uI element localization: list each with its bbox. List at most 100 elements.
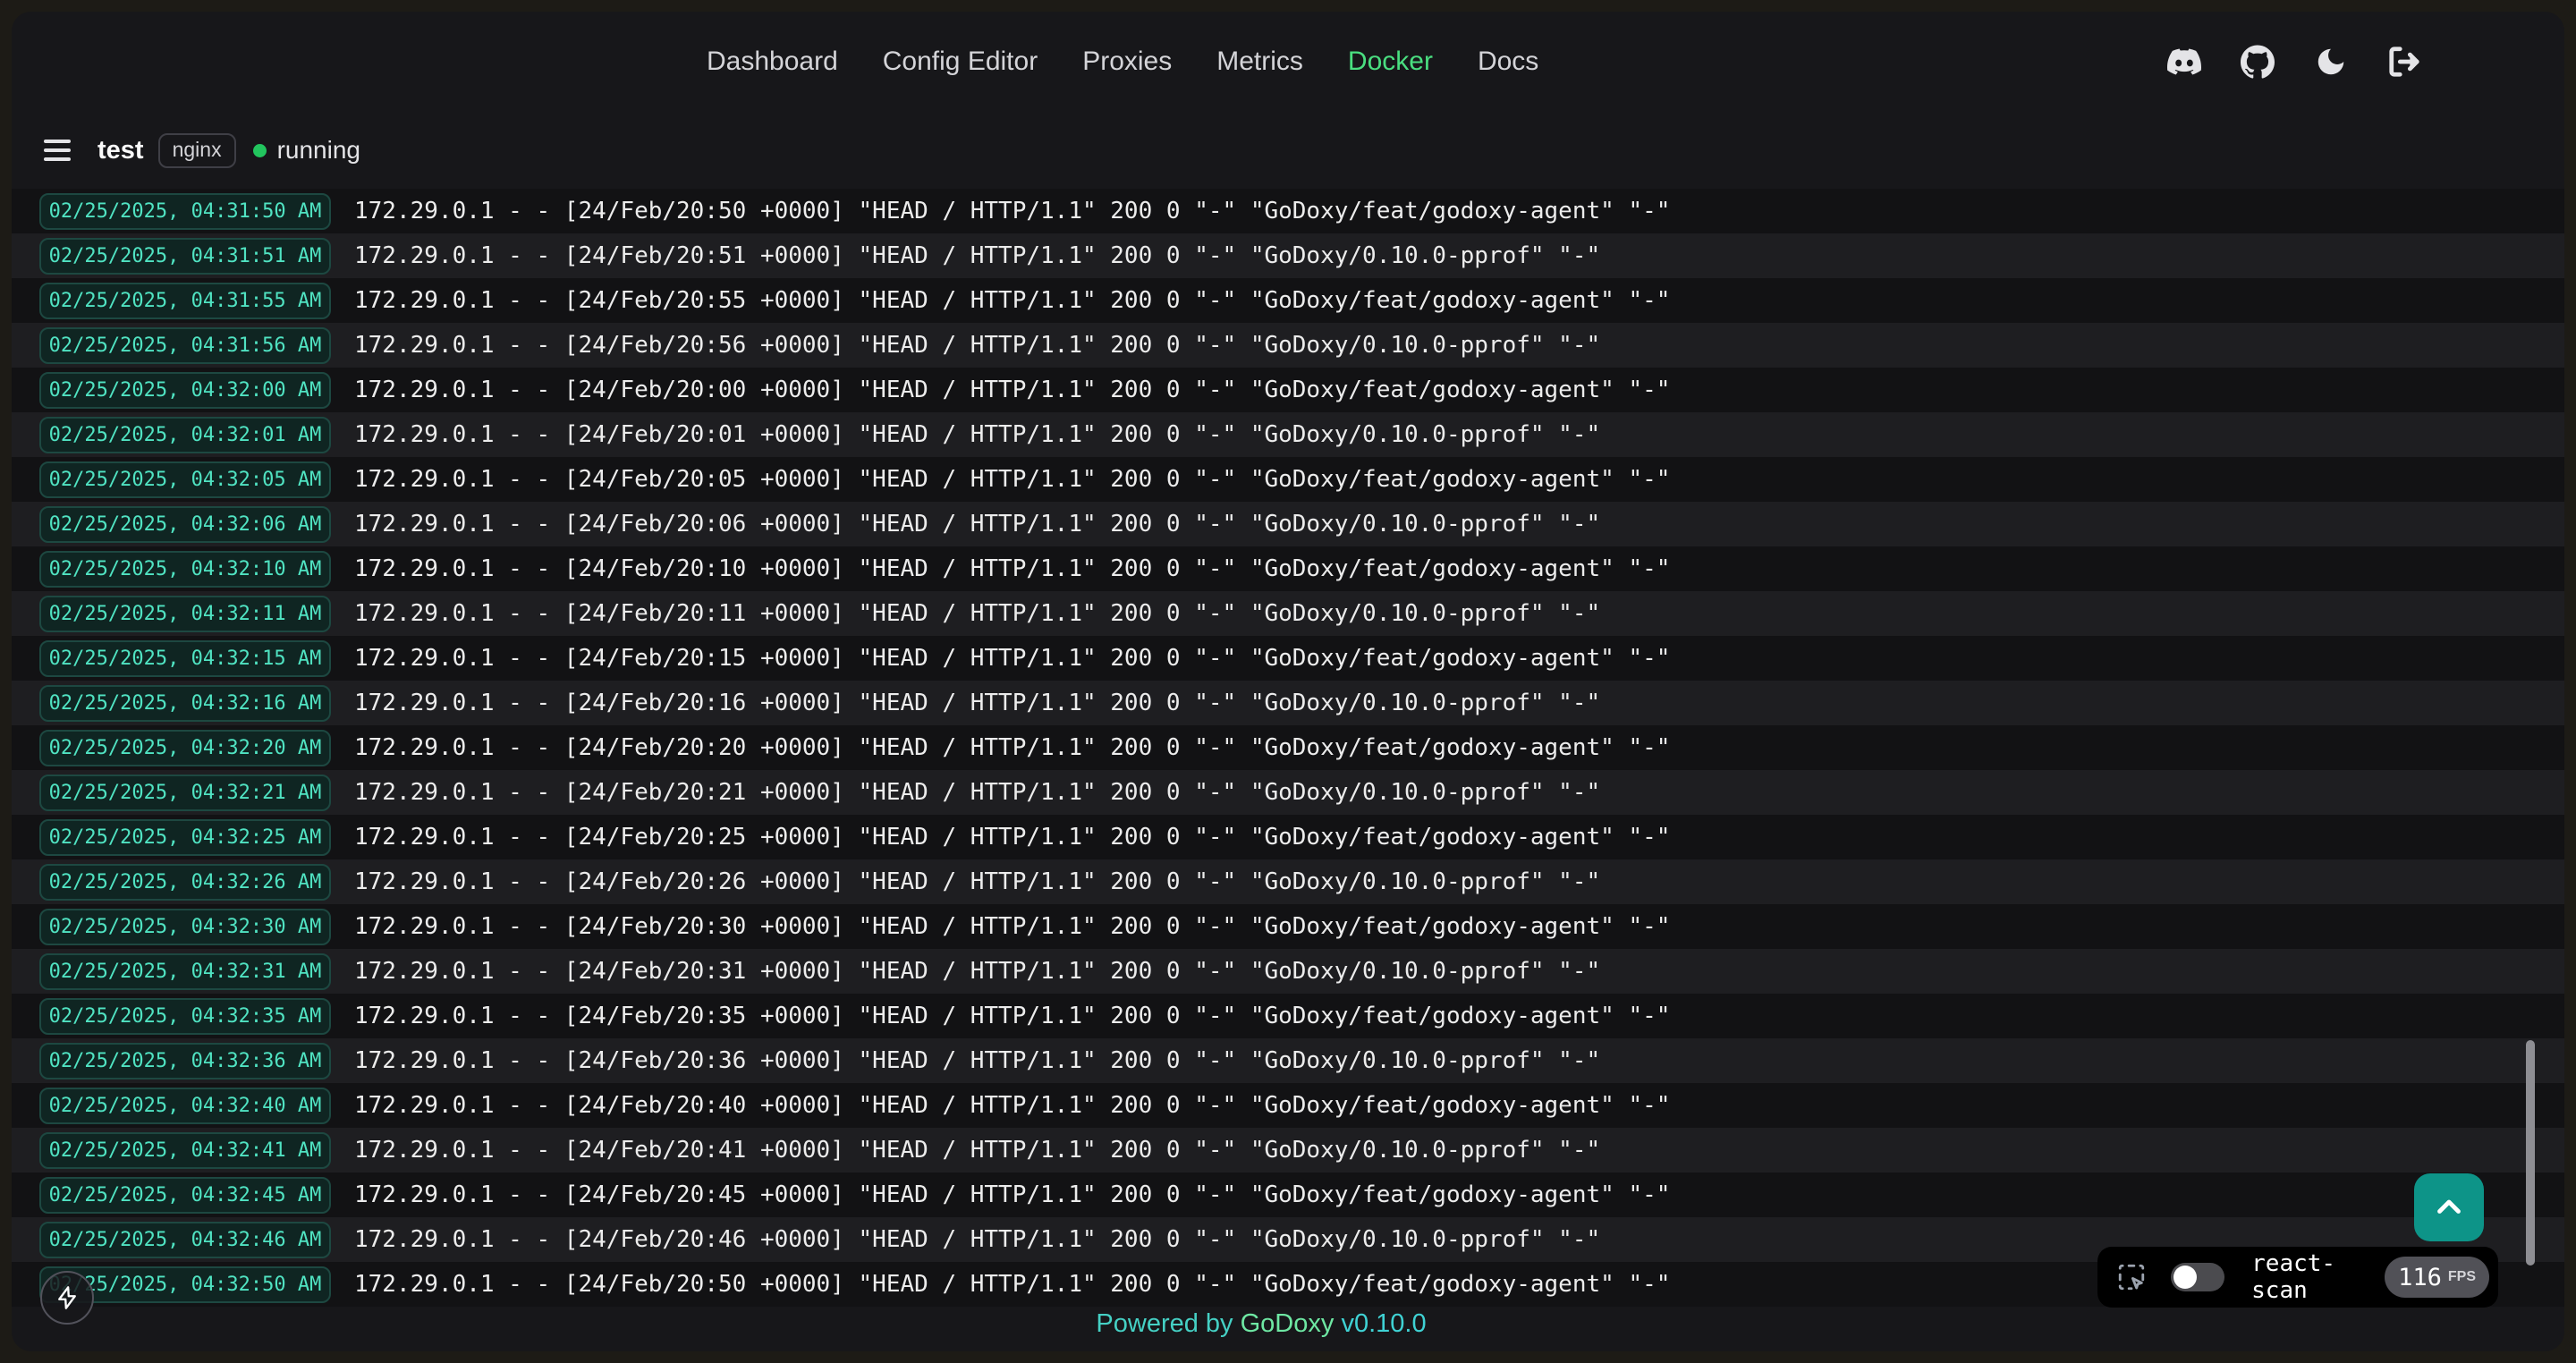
discord-icon bbox=[2167, 45, 2201, 79]
react-scan-toolbar: react-scan 116 FPS bbox=[2097, 1247, 2498, 1308]
footer-powered-by: Powered by bbox=[1096, 1309, 1233, 1338]
log-timestamp-badge: 02/25/2025, 04:32:40 AM bbox=[39, 1088, 331, 1124]
log-timestamp-badge: 02/25/2025, 04:32:10 AM bbox=[39, 551, 331, 588]
discord-link[interactable] bbox=[2166, 44, 2202, 80]
log-timestamp-badge: 02/25/2025, 04:32:45 AM bbox=[39, 1177, 331, 1214]
log-timestamp-badge: 02/25/2025, 04:32:20 AM bbox=[39, 730, 331, 766]
scrollbar-thumb[interactable] bbox=[2526, 1040, 2535, 1266]
quick-actions-button[interactable] bbox=[40, 1271, 94, 1325]
fps-unit: FPS bbox=[2448, 1269, 2476, 1285]
log-row: 02/25/2025, 04:32:06 AM 172.29.0.1 - - [… bbox=[12, 502, 2564, 546]
nav-item-metrics[interactable]: Metrics bbox=[1216, 47, 1303, 77]
log-timestamp-badge: 02/25/2025, 04:32:06 AM bbox=[39, 506, 331, 543]
log-timestamp-badge: 02/25/2025, 04:31:50 AM bbox=[39, 193, 331, 230]
log-message: 172.29.0.1 - - [24/Feb/20:46 +0000] "HEA… bbox=[354, 1226, 1600, 1253]
log-timestamp-badge: 02/25/2025, 04:32:25 AM bbox=[39, 819, 331, 856]
log-message: 172.29.0.1 - - [24/Feb/20:15 +0000] "HEA… bbox=[354, 645, 1670, 672]
nav-item-proxies[interactable]: Proxies bbox=[1082, 47, 1172, 77]
container-image-badge: nginx bbox=[158, 133, 236, 168]
log-message: 172.29.0.1 - - [24/Feb/20:06 +0000] "HEA… bbox=[354, 511, 1600, 538]
log-message: 172.29.0.1 - - [24/Feb/20:00 +0000] "HEA… bbox=[354, 377, 1670, 403]
log-row: 02/25/2025, 04:32:45 AM 172.29.0.1 - - [… bbox=[12, 1173, 2564, 1217]
footer-brand-link[interactable]: GoDoxy bbox=[1241, 1309, 1335, 1338]
logout-icon bbox=[2387, 45, 2421, 79]
log-row: 02/25/2025, 04:32:11 AM 172.29.0.1 - - [… bbox=[12, 591, 2564, 636]
log-message: 172.29.0.1 - - [24/Feb/20:25 +0000] "HEA… bbox=[354, 824, 1670, 851]
header-icon-group bbox=[2166, 12, 2422, 112]
scroll-to-top-button[interactable] bbox=[2414, 1173, 2484, 1241]
log-message: 172.29.0.1 - - [24/Feb/20:55 +0000] "HEA… bbox=[354, 287, 1670, 314]
container-menu-button[interactable] bbox=[44, 140, 71, 161]
react-scan-label: react-scan bbox=[2251, 1250, 2385, 1304]
fps-counter: 116 FPS bbox=[2385, 1257, 2489, 1298]
log-timestamp-badge: 02/25/2025, 04:32:41 AM bbox=[39, 1132, 331, 1169]
header: Dashboard Config Editor Proxies Metrics Dock… bbox=[12, 12, 2564, 112]
nav-item-dashboard[interactable]: Dashboard bbox=[707, 47, 838, 77]
log-message: 172.29.0.1 - - [24/Feb/20:50 +0000] "HEA… bbox=[354, 198, 1670, 224]
container-toolbar: test nginx running bbox=[12, 112, 2564, 189]
log-row: 02/25/2025, 04:32:21 AM 172.29.0.1 - - [… bbox=[12, 770, 2564, 815]
fps-value: 116 bbox=[2398, 1264, 2442, 1291]
log-row: 02/25/2025, 04:32:05 AM 172.29.0.1 - - [… bbox=[12, 457, 2564, 502]
log-message: 172.29.0.1 - - [24/Feb/20:35 +0000] "HEA… bbox=[354, 1003, 1670, 1029]
log-row: 02/25/2025, 04:32:35 AM 172.29.0.1 - - [… bbox=[12, 994, 2564, 1038]
toggle-knob bbox=[2174, 1266, 2197, 1289]
log-timestamp-badge: 02/25/2025, 04:32:21 AM bbox=[39, 775, 331, 811]
menu-icon bbox=[44, 140, 71, 143]
chevron-up-icon bbox=[2433, 1191, 2465, 1223]
log-row: 02/25/2025, 04:32:41 AM 172.29.0.1 - - [… bbox=[12, 1128, 2564, 1173]
footer: Powered by GoDoxy v0.10.0 bbox=[12, 1309, 2511, 1339]
logout-button[interactable] bbox=[2386, 44, 2422, 80]
github-icon bbox=[2241, 45, 2275, 79]
log-row: 02/25/2025, 04:32:10 AM 172.29.0.1 - - [… bbox=[12, 546, 2564, 591]
log-message: 172.29.0.1 - - [24/Feb/20:16 +0000] "HEA… bbox=[354, 690, 1600, 716]
inspect-button[interactable] bbox=[2115, 1260, 2148, 1294]
nav-item-config-editor[interactable]: Config Editor bbox=[883, 47, 1038, 77]
log-timestamp-badge: 02/25/2025, 04:32:16 AM bbox=[39, 685, 331, 722]
log-message: 172.29.0.1 - - [24/Feb/20:01 +0000] "HEA… bbox=[354, 421, 1600, 448]
log-row: 02/25/2025, 04:32:15 AM 172.29.0.1 - - [… bbox=[12, 636, 2564, 681]
log-row: 02/25/2025, 04:32:40 AM 172.29.0.1 - - [… bbox=[12, 1083, 2564, 1128]
log-row: 02/25/2025, 04:32:20 AM 172.29.0.1 - - [… bbox=[12, 725, 2564, 770]
log-message: 172.29.0.1 - - [24/Feb/20:36 +0000] "HEA… bbox=[354, 1047, 1600, 1074]
react-scan-toggle[interactable] bbox=[2171, 1263, 2224, 1291]
nav-item-docker[interactable]: Docker bbox=[1348, 47, 1433, 77]
log-message: 172.29.0.1 - - [24/Feb/20:20 +0000] "HEA… bbox=[354, 734, 1670, 761]
container-name: test bbox=[97, 136, 144, 165]
app-frame: Dashboard Config Editor Proxies Metrics Dock… bbox=[12, 12, 2564, 1351]
log-row: 02/25/2025, 04:32:30 AM 172.29.0.1 - - [… bbox=[12, 904, 2564, 949]
status-dot bbox=[253, 144, 267, 157]
log-timestamp-badge: 02/25/2025, 04:32:35 AM bbox=[39, 998, 331, 1035]
log-message: 172.29.0.1 - - [24/Feb/20:05 +0000] "HEA… bbox=[354, 466, 1670, 493]
container-status: running bbox=[277, 136, 360, 165]
log-viewer: 02/25/2025, 04:31:50 AM 172.29.0.1 - - [… bbox=[12, 189, 2564, 1307]
log-timestamp-badge: 02/25/2025, 04:32:46 AM bbox=[39, 1222, 331, 1258]
log-timestamp-badge: 02/25/2025, 04:32:36 AM bbox=[39, 1043, 331, 1079]
github-link[interactable] bbox=[2240, 44, 2275, 80]
log-timestamp-badge: 02/25/2025, 04:32:26 AM bbox=[39, 864, 331, 901]
log-message: 172.29.0.1 - - [24/Feb/20:50 +0000] "HEA… bbox=[354, 1271, 1670, 1298]
log-timestamp-badge: 02/25/2025, 04:31:51 AM bbox=[39, 238, 331, 275]
lightning-icon bbox=[55, 1285, 80, 1310]
log-row: 02/25/2025, 04:31:55 AM 172.29.0.1 - - [… bbox=[12, 278, 2564, 323]
log-timestamp-badge: 02/25/2025, 04:32:11 AM bbox=[39, 596, 331, 632]
log-row: 02/25/2025, 04:32:00 AM 172.29.0.1 - - [… bbox=[12, 368, 2564, 412]
moon-icon bbox=[2314, 45, 2348, 79]
log-row: 02/25/2025, 04:31:50 AM 172.29.0.1 - - [… bbox=[12, 189, 2564, 233]
log-message: 172.29.0.1 - - [24/Feb/20:40 +0000] "HEA… bbox=[354, 1092, 1670, 1119]
log-message: 172.29.0.1 - - [24/Feb/20:30 +0000] "HEA… bbox=[354, 913, 1670, 940]
log-message: 172.29.0.1 - - [24/Feb/20:45 +0000] "HEA… bbox=[354, 1181, 1670, 1208]
footer-version: v0.10.0 bbox=[1341, 1309, 1426, 1338]
log-timestamp-badge: 02/25/2025, 04:32:31 AM bbox=[39, 953, 331, 990]
log-row: 02/25/2025, 04:31:51 AM 172.29.0.1 - - [… bbox=[12, 233, 2564, 278]
theme-toggle-button[interactable] bbox=[2313, 44, 2349, 80]
log-timestamp-badge: 02/25/2025, 04:32:15 AM bbox=[39, 640, 331, 677]
log-message: 172.29.0.1 - - [24/Feb/20:11 +0000] "HEA… bbox=[354, 600, 1600, 627]
inspect-icon bbox=[2116, 1262, 2147, 1292]
log-message: 172.29.0.1 - - [24/Feb/20:31 +0000] "HEA… bbox=[354, 958, 1600, 985]
log-message: 172.29.0.1 - - [24/Feb/20:56 +0000] "HEA… bbox=[354, 332, 1600, 359]
log-message: 172.29.0.1 - - [24/Feb/20:26 +0000] "HEA… bbox=[354, 868, 1600, 895]
nav-item-docs[interactable]: Docs bbox=[1478, 47, 1538, 77]
log-message: 172.29.0.1 - - [24/Feb/20:41 +0000] "HEA… bbox=[354, 1137, 1600, 1164]
log-timestamp-badge: 02/25/2025, 04:32:30 AM bbox=[39, 909, 331, 945]
